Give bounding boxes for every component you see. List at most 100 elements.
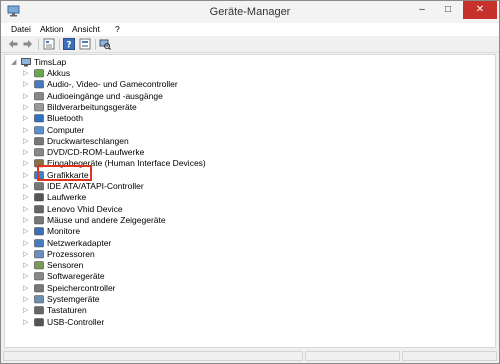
tree-item-label: Laufwerke (47, 192, 87, 203)
tree-item[interactable]: ▷ Speichercontroller (23, 283, 323, 294)
expand-arrow-icon[interactable]: ▷ (23, 294, 29, 305)
expand-arrow-icon[interactable]: ▷ (23, 215, 29, 226)
tree-item[interactable]: ▷ Laufwerke (23, 192, 323, 203)
tree-item-label: Tastaturen (47, 305, 87, 316)
tree-item[interactable]: ▷ Lenovo Vhid Device (23, 204, 323, 215)
maximize-button[interactable]: □ (435, 1, 461, 19)
back-arrow-icon[interactable] (7, 38, 19, 50)
tree-item[interactable]: ▷ Druckwarteschlangen (23, 136, 323, 147)
expand-arrow-icon[interactable]: ▷ (23, 204, 29, 215)
tree-item[interactable]: ▷ Computer (23, 125, 323, 136)
expand-arrow-icon[interactable]: ▷ (23, 181, 29, 192)
tree-item-label: Lenovo Vhid Device (47, 203, 123, 214)
tree-item[interactable]: ▷ Bildverarbeitungsgeräte (23, 102, 323, 113)
tree-item-label: Softwaregeräte (47, 271, 105, 282)
highlight-box-grafikkarte (37, 165, 92, 181)
close-button[interactable]: ✕ (463, 1, 497, 19)
tree-item-label: DVD/CD-ROM-Laufwerke (47, 147, 145, 158)
tree-item-label: Akkus (47, 68, 71, 78)
expand-arrow-icon[interactable]: ▷ (23, 260, 29, 271)
camera-icon (34, 103, 44, 112)
sensor-icon (34, 261, 44, 270)
collapse-arrow-icon[interactable]: ◢ (11, 57, 17, 68)
tree-item-label: Prozessoren (47, 248, 95, 259)
tree-item[interactable]: ▷ Softwaregeräte (23, 271, 323, 282)
tree-item-label: Monitore (47, 226, 81, 237)
help-icon[interactable]: ? (63, 38, 75, 50)
tree-item-label: Speichercontroller (47, 282, 116, 293)
tree-item[interactable]: ▷ Prozessoren (23, 249, 323, 260)
tree-item[interactable]: ▷ Netzwerkadapter (23, 238, 323, 249)
software-device-icon (34, 272, 44, 281)
details-icon[interactable] (79, 38, 91, 50)
menu-help[interactable]: ? (115, 23, 120, 36)
expand-arrow-icon[interactable]: ▷ (23, 113, 29, 124)
menu-ansicht[interactable]: Ansicht (72, 23, 100, 36)
monitor-icon (34, 227, 44, 236)
expand-arrow-icon[interactable]: ▷ (23, 317, 29, 328)
tree-item[interactable]: ▷ Audioeingänge und -ausgänge (23, 91, 323, 102)
menu-datei[interactable]: Datei (11, 23, 31, 36)
scan-hardware-icon[interactable] (99, 38, 111, 50)
properties-icon[interactable] (43, 38, 55, 50)
expand-arrow-icon[interactable]: ▷ (23, 136, 29, 147)
expand-arrow-icon[interactable]: ▷ (23, 283, 29, 294)
system-device-icon (34, 295, 44, 304)
expand-arrow-icon[interactable]: ▷ (23, 170, 29, 181)
printer-icon (34, 136, 44, 146)
tree-item[interactable]: ▷ Akkus (23, 68, 323, 79)
tree-item-label: Bluetooth (47, 113, 83, 124)
processor-icon (34, 249, 44, 259)
tree-item-label: Bildverarbeitungsgeräte (47, 101, 137, 112)
tree-item[interactable]: ▷ Bluetooth (23, 113, 323, 124)
menu-bar: Datei Aktion Ansicht ? (1, 23, 499, 36)
device-manager-window: Geräte-Manager – □ ✕ Datei Aktion Ansich… (0, 0, 500, 364)
status-segment (3, 351, 303, 361)
expand-arrow-icon[interactable]: ▷ (23, 238, 29, 249)
expand-arrow-icon[interactable]: ▷ (23, 102, 29, 113)
tree-item[interactable]: ▷ Audio-, Video- und Gamecontroller (23, 79, 323, 90)
expand-arrow-icon[interactable]: ▷ (23, 249, 29, 260)
disk-drive-icon (34, 193, 44, 202)
toolbar: ? (1, 36, 499, 53)
status-segment (305, 351, 400, 361)
tree-item[interactable]: ▷ Sensoren (23, 260, 323, 271)
minimize-button[interactable]: – (409, 1, 435, 19)
battery-icon (34, 69, 44, 78)
expand-arrow-icon[interactable]: ▷ (23, 147, 29, 158)
usb-controller-icon (34, 317, 44, 327)
expand-arrow-icon[interactable]: ▷ (23, 125, 29, 136)
tree-item[interactable]: ▷ Tastaturen (23, 305, 323, 316)
expand-arrow-icon[interactable]: ▷ (23, 79, 29, 90)
status-segment (402, 351, 497, 361)
tree-item[interactable]: ▷ Monitore (23, 226, 323, 237)
tree-root[interactable]: ◢ TimsLap (11, 57, 131, 68)
tree-item[interactable]: ▷ USB-Controller (23, 317, 323, 328)
device-tree[interactable]: ◢ TimsLap ▷ Akkus ▷ Audio-, Video- und Game… (4, 54, 496, 348)
tree-item-label: Sensoren (47, 260, 84, 271)
expand-arrow-icon[interactable]: ▷ (23, 158, 29, 169)
bluetooth-icon (34, 114, 44, 123)
storage-controller-icon (34, 283, 44, 293)
forward-arrow-icon[interactable] (22, 38, 34, 50)
tree-item-label: Mäuse und andere Zeigegeräte (47, 214, 166, 225)
expand-arrow-icon[interactable]: ▷ (23, 271, 29, 282)
expand-arrow-icon[interactable]: ▷ (23, 192, 29, 203)
toolbar-separator (38, 39, 39, 50)
computer-icon (21, 58, 31, 67)
tree-item[interactable]: ▷ Mäuse und andere Zeigegeräte (23, 215, 323, 226)
expand-arrow-icon[interactable]: ▷ (23, 68, 29, 79)
mouse-icon (34, 216, 44, 225)
expand-arrow-icon[interactable]: ▷ (23, 226, 29, 237)
toolbar-separator (59, 39, 60, 50)
tree-item-label: Druckwarteschlangen (47, 135, 129, 146)
tree-item[interactable]: ▷ DVD/CD-ROM-Laufwerke (23, 147, 323, 158)
title-bar[interactable]: Geräte-Manager – □ ✕ (1, 1, 499, 23)
tree-item[interactable]: ▷ Systemgeräte (23, 294, 323, 305)
menu-aktion[interactable]: Aktion (40, 23, 64, 36)
expand-arrow-icon[interactable]: ▷ (23, 91, 29, 102)
tree-item[interactable]: ▷ IDE ATA/ATAPI-Controller (23, 181, 323, 192)
expand-arrow-icon[interactable]: ▷ (23, 305, 29, 316)
toolbar-separator (95, 39, 96, 50)
tree-item-label: Computer (47, 124, 85, 135)
